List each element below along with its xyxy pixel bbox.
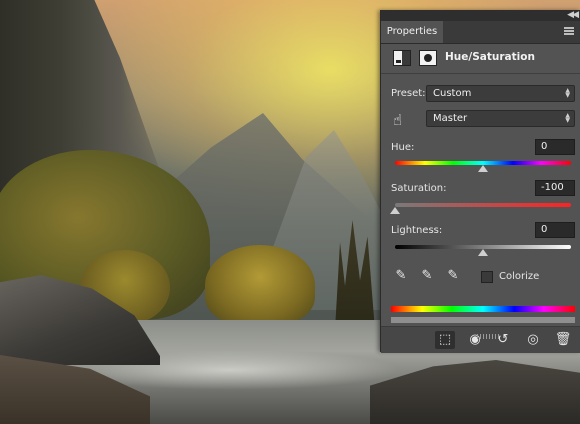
hue-value-field[interactable]: 0 — [535, 139, 575, 155]
saturation-slider[interactable] — [395, 203, 571, 207]
lightness-value-field[interactable]: 0 — [535, 222, 575, 238]
adjustment-header: Hue/Saturation — [381, 43, 580, 74]
eyedropper-plus-icon[interactable]: ✎ — [419, 268, 435, 284]
lightness-label: Lightness: — [391, 225, 443, 236]
eyedropper-icon[interactable]: ✎ — [393, 268, 409, 284]
colorize-label: Colorize — [499, 271, 540, 282]
colorize-checkbox[interactable] — [481, 271, 493, 283]
visibility-eye-icon[interactable]: ◎ — [523, 331, 543, 349]
lightness-slider-thumb[interactable] — [478, 249, 488, 256]
color-spectrum-bar — [391, 306, 575, 312]
clip-to-layer-icon[interactable]: ⬚ — [435, 331, 455, 349]
adjusted-spectrum-bar — [391, 317, 575, 323]
preset-select[interactable]: Custom ▲ ▼ — [426, 85, 575, 102]
hue-label: Hue: — [391, 142, 415, 153]
layer-mask-icon[interactable] — [419, 50, 437, 66]
eyedropper-minus-icon[interactable]: ✎ — [445, 268, 461, 284]
tree-right — [205, 245, 315, 325]
chevron-updown-icon: ▲ ▼ — [565, 112, 570, 124]
panel-footer: ⬚ ◉ ↺ ◎ 🗑 — [381, 326, 580, 353]
saturation-label: Saturation: — [391, 183, 447, 194]
adjustment-title: Hue/Saturation — [445, 51, 535, 63]
panel-topbar: ◀◀ — [381, 10, 580, 21]
adjustment-layer-icon[interactable] — [393, 50, 411, 66]
tab-properties[interactable]: Properties — [381, 21, 443, 43]
saturation-slider-thumb[interactable] — [390, 207, 400, 214]
trash-icon[interactable]: 🗑 — [553, 331, 573, 349]
channel-value: Master — [433, 113, 468, 124]
properties-panel: ◀◀ Properties Hue/Saturation Preset: Cus… — [380, 10, 580, 353]
chevron-updown-icon: ▲ ▼ — [565, 87, 570, 99]
channel-select[interactable]: Master ▲ ▼ — [426, 110, 575, 127]
double-chevron-right-icon[interactable]: ◀◀ — [567, 10, 579, 21]
hue-slider-thumb[interactable] — [478, 165, 488, 172]
saturation-value-field[interactable]: -100 — [535, 180, 575, 196]
resize-grip[interactable] — [477, 334, 499, 339]
panel-tabbar: Properties — [381, 21, 580, 44]
preset-label: Preset: — [391, 88, 426, 99]
preset-value: Custom — [433, 88, 472, 99]
panel-menu-icon[interactable] — [564, 27, 574, 35]
hand-adjust-icon[interactable]: ☝ — [393, 110, 415, 130]
